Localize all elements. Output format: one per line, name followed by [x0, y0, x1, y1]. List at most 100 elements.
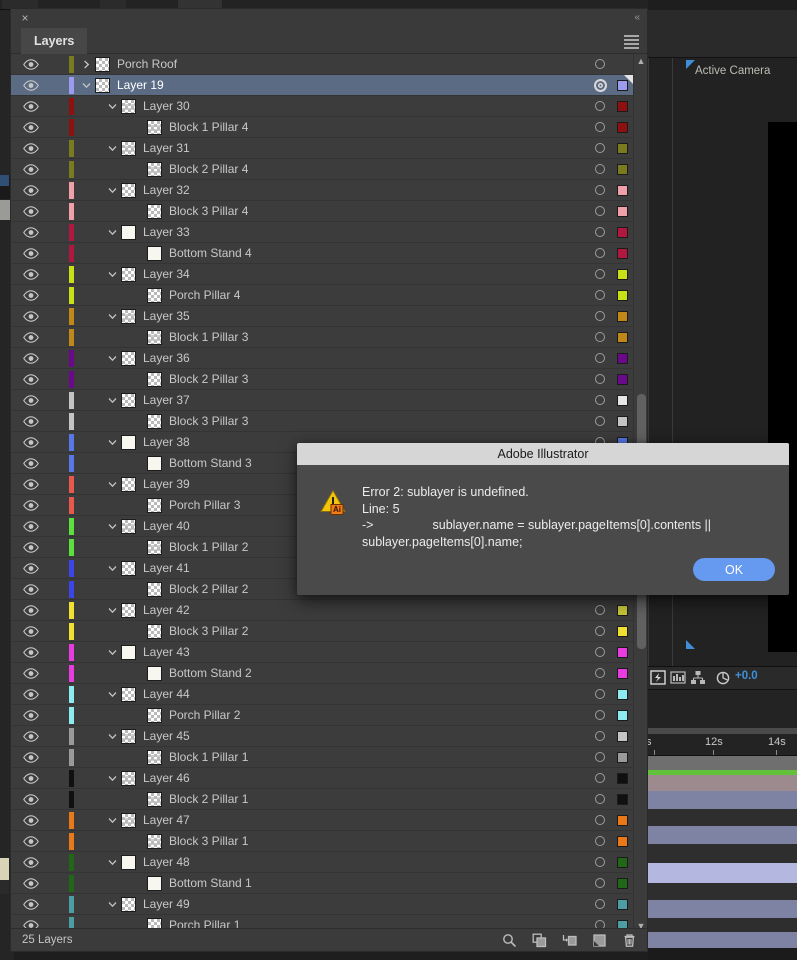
layer-row-content[interactable]: Bottom Stand 1 [77, 873, 647, 894]
lock-toggle[interactable] [51, 369, 69, 390]
visibility-toggle-eye-icon[interactable] [11, 537, 51, 558]
lock-toggle[interactable] [51, 327, 69, 348]
visibility-toggle-eye-icon[interactable] [11, 558, 51, 579]
delete-layer-icon[interactable] [622, 933, 637, 948]
layer-row[interactable]: Bottom Stand 1 [11, 873, 647, 894]
selection-color-swatch[interactable] [612, 285, 633, 306]
lock-toggle[interactable] [51, 831, 69, 852]
visibility-toggle-eye-icon[interactable] [11, 411, 51, 432]
visibility-toggle-eye-icon[interactable] [11, 726, 51, 747]
layer-row[interactable]: Block 3 Pillar 1 [11, 831, 647, 852]
visibility-toggle-eye-icon[interactable] [11, 495, 51, 516]
visibility-toggle-eye-icon[interactable] [11, 54, 51, 75]
layer-row[interactable]: Block 3 Pillar 3 [11, 411, 647, 432]
layer-row-content[interactable]: Porch Pillar 2 [77, 705, 647, 726]
visibility-toggle-eye-icon[interactable] [11, 684, 51, 705]
selection-color-swatch[interactable] [612, 243, 633, 264]
lock-toggle[interactable] [51, 54, 69, 75]
chevron-down-icon[interactable] [103, 348, 121, 369]
layer-row[interactable]: Block 3 Pillar 2 [11, 621, 647, 642]
selection-color-swatch[interactable] [612, 789, 633, 810]
collapse-panel-icon[interactable]: « [634, 12, 639, 23]
timeline-layer-bar[interactable] [648, 932, 797, 948]
target-indicator[interactable] [589, 390, 611, 411]
layer-row[interactable]: Block 3 Pillar 4 [11, 201, 647, 222]
target-indicator[interactable] [589, 75, 611, 96]
target-indicator[interactable] [589, 852, 611, 873]
target-indicator[interactable] [589, 684, 611, 705]
layer-row[interactable]: Block 2 Pillar 1 [11, 789, 647, 810]
visibility-toggle-eye-icon[interactable] [11, 705, 51, 726]
lock-toggle[interactable] [51, 159, 69, 180]
target-indicator[interactable] [589, 159, 611, 180]
chevron-down-icon[interactable] [103, 684, 121, 705]
layer-row[interactable]: Layer 37 [11, 390, 647, 411]
lock-toggle[interactable] [51, 642, 69, 663]
lock-toggle[interactable] [51, 117, 69, 138]
layer-row-content[interactable]: Bottom Stand 4 [77, 243, 647, 264]
visibility-toggle-eye-icon[interactable] [11, 264, 51, 285]
layer-row[interactable]: Layer 30 [11, 96, 647, 117]
layer-row-content[interactable]: Layer 37 [77, 390, 647, 411]
target-indicator[interactable] [589, 138, 611, 159]
layer-row-content[interactable]: Block 2 Pillar 3 [77, 369, 647, 390]
visibility-toggle-eye-icon[interactable] [11, 327, 51, 348]
timeline-layer-rows[interactable] [648, 756, 797, 948]
layer-row-content[interactable]: Layer 46 [77, 768, 647, 789]
target-indicator[interactable] [589, 726, 611, 747]
visibility-toggle-eye-icon[interactable] [11, 285, 51, 306]
visibility-toggle-eye-icon[interactable] [11, 831, 51, 852]
lock-toggle[interactable] [51, 138, 69, 159]
chevron-down-icon[interactable] [103, 474, 121, 495]
layer-row-content[interactable]: Block 1 Pillar 1 [77, 747, 647, 768]
layer-row-content[interactable]: Block 3 Pillar 3 [77, 411, 647, 432]
selection-color-swatch[interactable] [612, 411, 633, 432]
locate-object-icon[interactable] [502, 933, 517, 948]
selection-color-swatch[interactable] [612, 222, 633, 243]
layer-row[interactable]: Layer 46 [11, 768, 647, 789]
target-indicator[interactable] [589, 810, 611, 831]
visibility-toggle-eye-icon[interactable] [11, 663, 51, 684]
chevron-down-icon[interactable] [103, 180, 121, 201]
layer-row[interactable]: Block 1 Pillar 4 [11, 117, 647, 138]
visibility-toggle-eye-icon[interactable] [11, 453, 51, 474]
target-indicator[interactable] [589, 264, 611, 285]
layer-row[interactable]: Bottom Stand 4 [11, 243, 647, 264]
visibility-toggle-eye-icon[interactable] [11, 600, 51, 621]
chevron-down-icon[interactable] [103, 600, 121, 621]
layer-row[interactable]: Layer 42 [11, 600, 647, 621]
lock-toggle[interactable] [51, 453, 69, 474]
layer-row-content[interactable]: Block 2 Pillar 1 [77, 789, 647, 810]
visibility-toggle-eye-icon[interactable] [11, 201, 51, 222]
duplicate-layer-icon[interactable] [532, 933, 547, 948]
visibility-toggle-eye-icon[interactable] [11, 894, 51, 915]
visibility-toggle-eye-icon[interactable] [11, 579, 51, 600]
layer-row[interactable]: Block 1 Pillar 3 [11, 327, 647, 348]
target-indicator[interactable] [589, 54, 611, 75]
selection-color-swatch[interactable] [612, 348, 633, 369]
selection-color-swatch[interactable] [612, 621, 633, 642]
chevron-right-icon[interactable] [77, 54, 95, 75]
lock-toggle[interactable] [51, 537, 69, 558]
selection-color-swatch[interactable] [612, 96, 633, 117]
layer-row[interactable]: Layer 45 [11, 726, 647, 747]
lock-toggle[interactable] [51, 621, 69, 642]
layer-row-content[interactable]: Block 3 Pillar 2 [77, 621, 647, 642]
layer-row-content[interactable]: Block 2 Pillar 4 [77, 159, 647, 180]
lock-toggle[interactable] [51, 264, 69, 285]
layer-row[interactable]: Layer 47 [11, 810, 647, 831]
lock-toggle[interactable] [51, 873, 69, 894]
layer-row[interactable]: Layer 43 [11, 642, 647, 663]
lock-toggle[interactable] [51, 516, 69, 537]
lock-toggle[interactable] [51, 390, 69, 411]
selection-color-swatch[interactable] [612, 159, 633, 180]
visibility-toggle-eye-icon[interactable] [11, 243, 51, 264]
target-indicator[interactable] [589, 600, 611, 621]
layer-row[interactable]: Layer 36 [11, 348, 647, 369]
layer-row[interactable]: Layer 35 [11, 306, 647, 327]
target-indicator[interactable] [589, 747, 611, 768]
selection-color-swatch[interactable] [612, 684, 633, 705]
chevron-down-icon[interactable] [103, 96, 121, 117]
layer-row-content[interactable]: Layer 42 [77, 600, 647, 621]
lock-toggle[interactable] [51, 201, 69, 222]
